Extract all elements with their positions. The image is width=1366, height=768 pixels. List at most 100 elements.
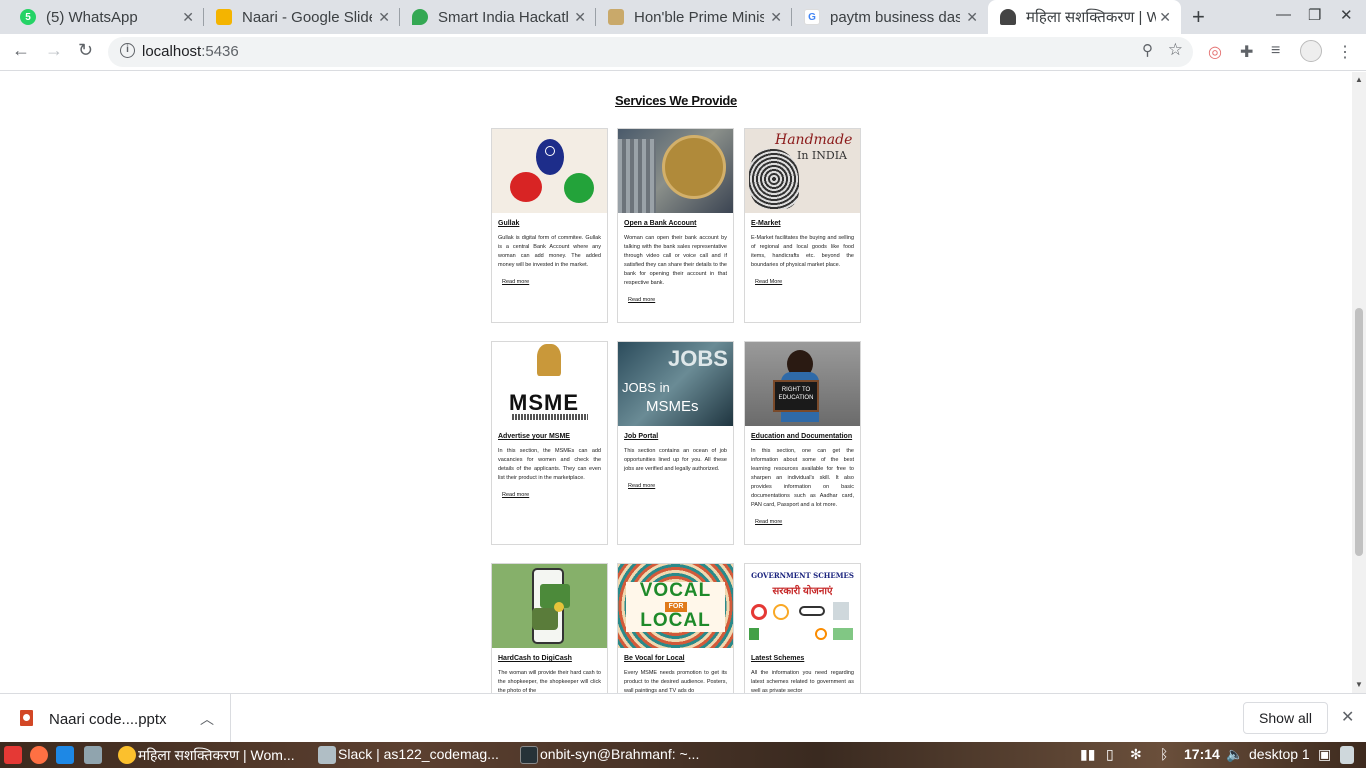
- url-port: :5436: [201, 43, 239, 60]
- service-card-job-portal: JOBS JOBS in MSMEs Job Portal This secti…: [617, 341, 734, 545]
- extensions-puzzle-icon[interactable]: ✚: [1240, 42, 1253, 62]
- digital-wallet-image: [492, 564, 607, 648]
- bookmark-star-icon[interactable]: ☆: [1168, 40, 1183, 60]
- read-more-link[interactable]: Read more: [628, 297, 727, 303]
- file-manager-icon[interactable]: [84, 746, 102, 764]
- app-launcher-icon[interactable]: [4, 746, 22, 764]
- download-item[interactable]: Naari code....pptx ︿: [0, 694, 231, 742]
- clock-time[interactable]: 17:14: [1184, 746, 1220, 764]
- whatsapp-icon: 5: [20, 9, 36, 25]
- page-scrollbar[interactable]: ▲ ▼: [1352, 72, 1366, 693]
- bluetooth-icon[interactable]: ᛒ: [1160, 746, 1168, 764]
- gov-schemes-text: GOVERNMENT SCHEMES: [751, 571, 854, 580]
- new-tab-plus-icon[interactable]: +: [1192, 4, 1205, 30]
- zoom-icon[interactable]: ⚲: [1142, 41, 1153, 59]
- maximize-icon[interactable]: ❐: [1308, 6, 1321, 24]
- tab-title: महिला सशक्तिकरण | Women: [1026, 9, 1156, 26]
- volume-icon[interactable]: 🔈: [1226, 746, 1243, 764]
- tab-whatsapp[interactable]: 5 (5) WhatsApp ✕: [8, 0, 204, 34]
- close-tab-icon[interactable]: ✕: [574, 9, 586, 26]
- download-file-name: Naari code....pptx: [49, 711, 167, 728]
- terminal-icon[interactable]: [520, 746, 538, 764]
- msme-logo-image: MSME: [492, 342, 607, 426]
- service-card-gullak: Gullak Gullak is digital form of commite…: [491, 128, 608, 323]
- signal-strength-icon[interactable]: ▮▮: [1080, 746, 1095, 764]
- scroll-up-arrow-icon[interactable]: ▲: [1355, 75, 1363, 84]
- tab-mahila-sashaktikaran[interactable]: महिला सशक्तिकरण | Women ✕: [988, 0, 1181, 34]
- woman-icon: [1000, 9, 1016, 25]
- chrome-icon[interactable]: [118, 746, 136, 764]
- address-bar[interactable]: i localhost:5436 ⚲ ☆: [108, 37, 1193, 67]
- close-tab-icon[interactable]: ✕: [770, 9, 782, 26]
- card-title: E-Market: [751, 220, 781, 227]
- jobs-in-msmes-image: JOBS JOBS in MSMEs: [618, 342, 733, 426]
- tab-strip: 5 (5) WhatsApp ✕ Naari - Google Slides ✕…: [0, 0, 1366, 34]
- tab-prime-minister[interactable]: Hon'ble Prime Minister ✕: [596, 0, 792, 34]
- taskbar-item-terminal[interactable]: onbit-syn@Brahmanf: ~...: [540, 746, 699, 764]
- browser-toolbar: ← → ↻ i localhost:5436 ⚲ ☆ ◎ ✚ ≡ ⋮: [0, 34, 1366, 71]
- back-arrow-icon[interactable]: ←: [12, 40, 30, 61]
- card-title: Gullak: [498, 220, 520, 227]
- service-card-education: RIGHT TO EDUCATION Education and Documen…: [744, 341, 861, 545]
- firefox-icon[interactable]: [30, 746, 48, 764]
- card-description: In this section, the MSMEs can add vacan…: [498, 448, 601, 481]
- network-icon[interactable]: ✻: [1130, 746, 1142, 764]
- site-info-icon[interactable]: i: [120, 43, 135, 58]
- close-window-icon[interactable]: ✕: [1340, 6, 1353, 24]
- vscode-icon[interactable]: [56, 746, 74, 764]
- taskbar-item-slack[interactable]: Slack | as122_codemag...: [338, 746, 499, 764]
- close-download-bar-icon[interactable]: ✕: [1341, 707, 1354, 727]
- download-bar: Naari code....pptx ︿ Show all ✕: [0, 693, 1366, 742]
- close-tab-icon[interactable]: ✕: [966, 9, 978, 26]
- desktop-switcher-icon[interactable]: ▣: [1318, 746, 1331, 764]
- read-more-link[interactable]: Read more: [502, 279, 601, 285]
- profile-avatar[interactable]: [1300, 40, 1322, 62]
- menu-dots-icon[interactable]: ⋮: [1337, 42, 1353, 62]
- media-queue-icon[interactable]: ≡: [1271, 42, 1280, 60]
- piggy-bank-image: [492, 129, 607, 213]
- tab-google-slides[interactable]: Naari - Google Slides ✕: [204, 0, 400, 34]
- service-card-latest-schemes: GOVERNMENT SCHEMES सरकारी योजनाएं Latest…: [744, 563, 861, 693]
- scrollbar-thumb[interactable]: [1355, 308, 1363, 556]
- msme-text: MSME: [509, 390, 579, 415]
- chalkboard-text: RIGHT TO EDUCATION: [773, 380, 819, 412]
- slack-window-icon[interactable]: [318, 746, 336, 764]
- show-desktop-icon[interactable]: [1340, 746, 1354, 764]
- url-host: localhost: [142, 43, 202, 60]
- jobs-text: JOBS: [668, 346, 728, 371]
- chevron-up-icon[interactable]: ︿: [200, 709, 214, 729]
- in-india-text: In INDIA: [797, 149, 848, 162]
- vocal-text: VOCAL: [639, 580, 712, 601]
- workspace-label[interactable]: desktop 1: [1249, 746, 1310, 764]
- tab-smart-india-hackathon[interactable]: Smart India Hackathon ✕: [400, 0, 596, 34]
- read-more-link[interactable]: Read more: [628, 483, 727, 489]
- close-tab-icon[interactable]: ✕: [378, 9, 390, 26]
- read-more-link[interactable]: Read more: [502, 492, 601, 498]
- card-description: Every MSME needs promotion to get its pr…: [624, 670, 727, 693]
- tab-title: Hon'ble Prime Minister: [634, 8, 764, 26]
- read-more-link[interactable]: Read More: [755, 279, 854, 285]
- taskbar-item-chrome[interactable]: महिला सशक्तिकरण | Wom...: [138, 746, 295, 764]
- card-title: Open a Bank Account: [624, 220, 697, 227]
- minimize-icon[interactable]: —: [1276, 6, 1291, 23]
- vocal-for-local-image: VOCAL FOR LOCAL: [618, 564, 733, 648]
- handmade-in-india-image: Handmade In INDIA: [745, 129, 860, 213]
- read-more-link[interactable]: Read more: [755, 519, 854, 525]
- tab-paytm-search[interactable]: G paytm business dashboard ✕: [792, 0, 988, 34]
- card-description: All the information you need regarding l…: [751, 670, 854, 693]
- url-text[interactable]: localhost:5436: [142, 43, 239, 60]
- rbi-emblem-image: [618, 129, 733, 213]
- page-content: Services We Provide Gullak Gullak is dig…: [0, 72, 1352, 693]
- extension-timer-icon[interactable]: ◎: [1208, 42, 1222, 62]
- show-all-button[interactable]: Show all: [1243, 702, 1328, 734]
- close-tab-icon[interactable]: ✕: [182, 9, 194, 26]
- service-card-hardcash: HardCash to DigiCash The woman will prov…: [491, 563, 608, 693]
- battery-icon[interactable]: ▯: [1106, 746, 1114, 764]
- card-description: Woman can open their bank account by tal…: [624, 235, 727, 286]
- forward-arrow-icon[interactable]: →: [45, 40, 63, 61]
- os-taskbar: महिला सशक्तिकरण | Wom... Slack | as122_c…: [0, 742, 1366, 768]
- scroll-down-arrow-icon[interactable]: ▼: [1355, 680, 1363, 689]
- service-card-msme: MSME Advertise your MSME In this section…: [491, 341, 608, 545]
- reload-icon[interactable]: ↻: [78, 40, 93, 61]
- close-tab-icon[interactable]: ✕: [1159, 9, 1171, 26]
